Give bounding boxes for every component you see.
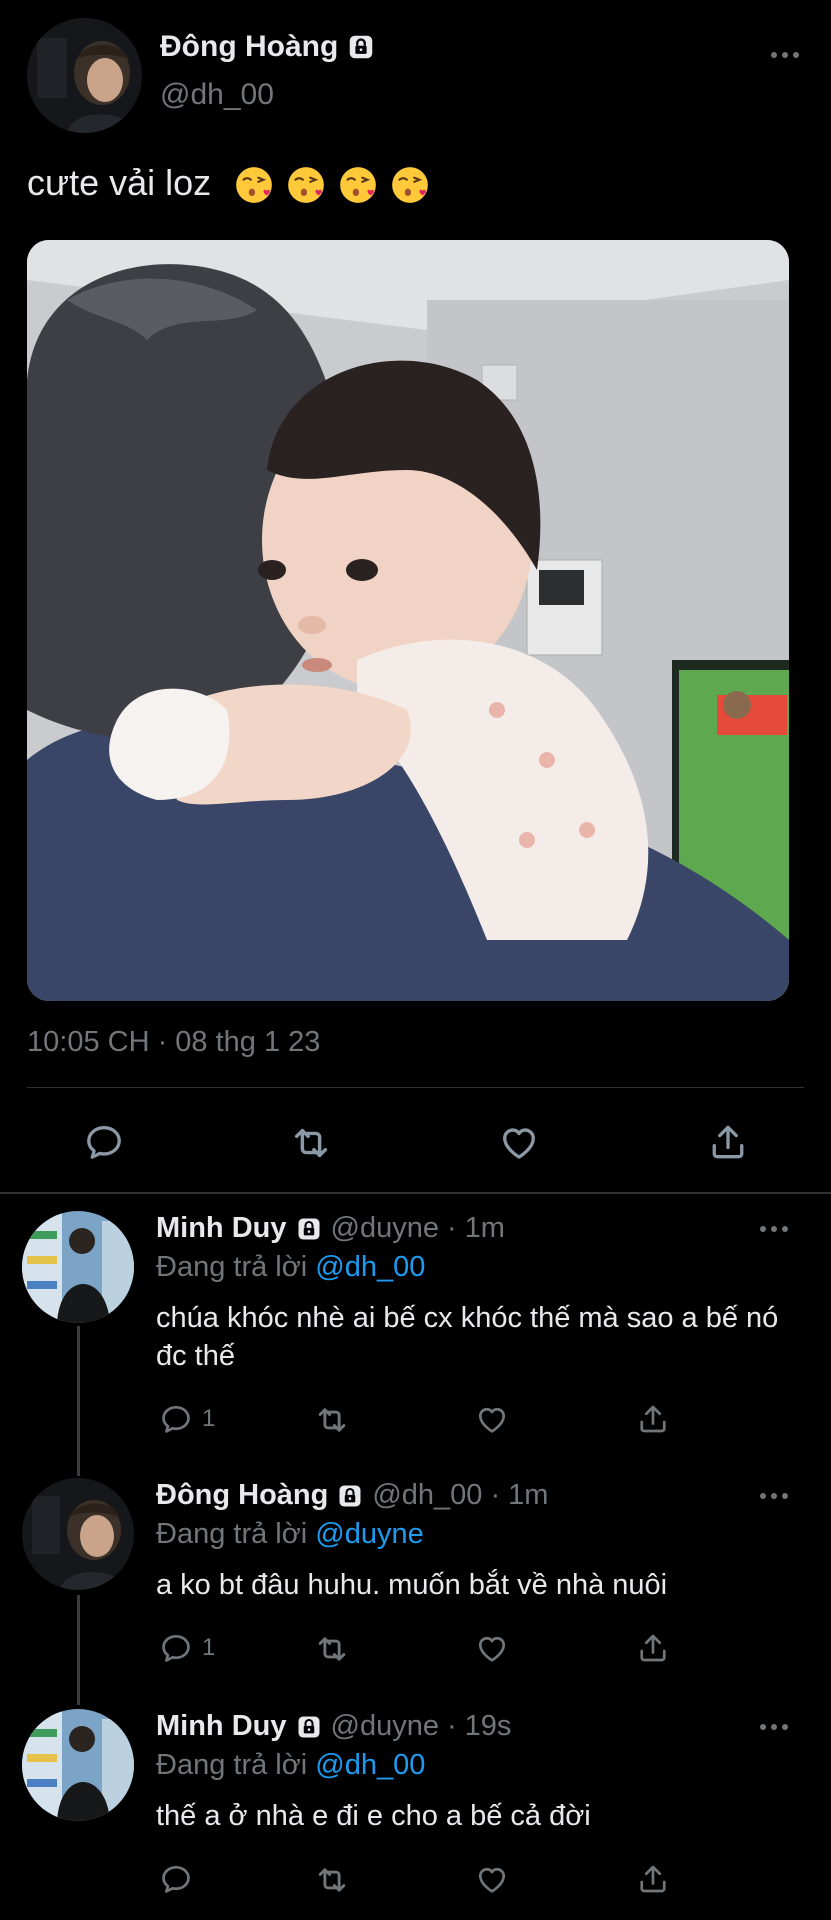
like-icon xyxy=(497,1120,541,1164)
reply-time[interactable]: · 19s xyxy=(447,1710,511,1743)
reply-author-name[interactable]: Đông Hoàng xyxy=(156,1479,328,1512)
reply-text: thế a ở nhà e đi e cho a bế cả đời xyxy=(156,1800,591,1832)
lock-icon xyxy=(295,1215,323,1243)
share-icon xyxy=(635,1630,671,1666)
more-icon[interactable] xyxy=(760,1226,788,1232)
avatar[interactable] xyxy=(22,1211,134,1323)
reply-author-handle[interactable]: @duyne xyxy=(331,1212,439,1245)
share-icon xyxy=(635,1861,671,1897)
lock-icon xyxy=(336,1482,364,1510)
reply-text: a ko bt đâu huhu. muốn bắt về nhà nuôi xyxy=(156,1569,668,1601)
like-icon xyxy=(474,1401,510,1437)
replying-to: Đang trả lời @dh_00 xyxy=(156,1251,425,1284)
avatar[interactable] xyxy=(27,18,142,133)
share-icon xyxy=(635,1401,671,1437)
reply-icon xyxy=(158,1401,194,1437)
replying-mention[interactable]: @dh_00 xyxy=(315,1749,425,1781)
share-button[interactable] xyxy=(635,1861,671,1897)
replying-mention[interactable]: @duyne xyxy=(315,1518,423,1550)
reply-count: 1 xyxy=(202,1405,216,1432)
tweet-photo[interactable] xyxy=(27,240,789,1001)
kiss-emoji-icon xyxy=(389,164,431,206)
reply-author-handle[interactable]: @dh_00 xyxy=(372,1479,482,1512)
avatar[interactable] xyxy=(22,1478,134,1590)
reply-tweet[interactable]: Đông Hoàng @dh_00 · 1m Đang trả lời @duy… xyxy=(0,1462,831,1692)
share-button[interactable] xyxy=(635,1630,671,1666)
replying-prefix: Đang trả lời xyxy=(156,1518,308,1550)
share-button[interactable] xyxy=(635,1401,671,1437)
retweet-icon xyxy=(288,1120,334,1166)
reply-tweet[interactable]: Minh Duy @duyne · 1m Đang trả lời @dh_00… xyxy=(0,1195,831,1455)
kiss-emoji-icon xyxy=(233,164,275,206)
like-button[interactable] xyxy=(497,1120,541,1164)
divider xyxy=(0,1192,831,1194)
reply-header: Minh Duy @duyne · 19s xyxy=(156,1710,511,1743)
reply-time[interactable]: · 1m xyxy=(447,1212,505,1245)
avatar[interactable] xyxy=(22,1709,134,1821)
tweet-timestamp[interactable]: 10:05 CH · 08 thg 1 23 xyxy=(27,1026,320,1059)
like-button[interactable] xyxy=(474,1861,510,1897)
like-button[interactable] xyxy=(474,1630,510,1666)
like-icon xyxy=(474,1630,510,1666)
replying-prefix: Đang trả lời xyxy=(156,1749,308,1781)
retweet-button[interactable] xyxy=(288,1120,334,1166)
author-name-text[interactable]: Đông Hoàng xyxy=(160,30,338,64)
reply-author-handle[interactable]: @duyne xyxy=(331,1710,439,1743)
more-icon[interactable] xyxy=(771,52,799,58)
reply-button[interactable]: 1 xyxy=(158,1630,215,1666)
kiss-emoji-icon xyxy=(337,164,379,206)
reply-author-name[interactable]: Minh Duy xyxy=(156,1710,287,1743)
reply-icon xyxy=(158,1630,194,1666)
retweet-icon xyxy=(313,1401,351,1439)
reply-author-name[interactable]: Minh Duy xyxy=(156,1212,287,1245)
reply-icon xyxy=(158,1861,194,1897)
reply-header: Đông Hoàng @dh_00 · 1m xyxy=(156,1479,548,1512)
main-tweet: Đông Hoàng @dh_00 cưte vải loz 10:05 CH … xyxy=(0,0,831,1195)
author-name[interactable]: Đông Hoàng xyxy=(160,30,376,64)
share-button[interactable] xyxy=(706,1120,750,1164)
reply-button[interactable]: 1 xyxy=(158,1401,215,1437)
reply-time[interactable]: · 1m xyxy=(490,1479,548,1512)
like-button[interactable] xyxy=(474,1401,510,1437)
retweet-button[interactable] xyxy=(313,1401,351,1439)
share-icon xyxy=(706,1120,750,1164)
retweet-icon xyxy=(313,1630,351,1668)
retweet-icon xyxy=(313,1861,351,1899)
reply-button[interactable] xyxy=(82,1120,126,1164)
tweet-text-content: cưte vải loz xyxy=(27,162,212,203)
reply-icon xyxy=(82,1120,126,1164)
kiss-emoji-icon xyxy=(285,164,327,206)
reply-text: chúa khóc nhè ai bế cx khóc thế mà sao a… xyxy=(156,1302,779,1372)
replying-to: Đang trả lời @dh_00 xyxy=(156,1749,425,1782)
reply-count: 1 xyxy=(202,1634,216,1661)
author-handle[interactable]: @dh_00 xyxy=(160,78,274,112)
replying-to: Đang trả lời @duyne xyxy=(156,1518,424,1551)
lock-icon xyxy=(346,32,376,62)
more-icon[interactable] xyxy=(760,1493,788,1499)
retweet-button[interactable] xyxy=(313,1861,351,1899)
replying-prefix: Đang trả lời xyxy=(156,1251,308,1283)
tweet-text: cưte vải loz xyxy=(27,162,431,206)
like-icon xyxy=(474,1861,510,1897)
more-icon[interactable] xyxy=(760,1724,788,1730)
reply-tweet[interactable]: Minh Duy @duyne · 19s Đang trả lời @dh_0… xyxy=(0,1693,831,1920)
lock-icon xyxy=(295,1713,323,1741)
replying-mention[interactable]: @dh_00 xyxy=(315,1251,425,1283)
reply-header: Minh Duy @duyne · 1m xyxy=(156,1212,505,1245)
reply-button[interactable] xyxy=(158,1861,202,1897)
retweet-button[interactable] xyxy=(313,1630,351,1668)
divider xyxy=(27,1087,804,1088)
